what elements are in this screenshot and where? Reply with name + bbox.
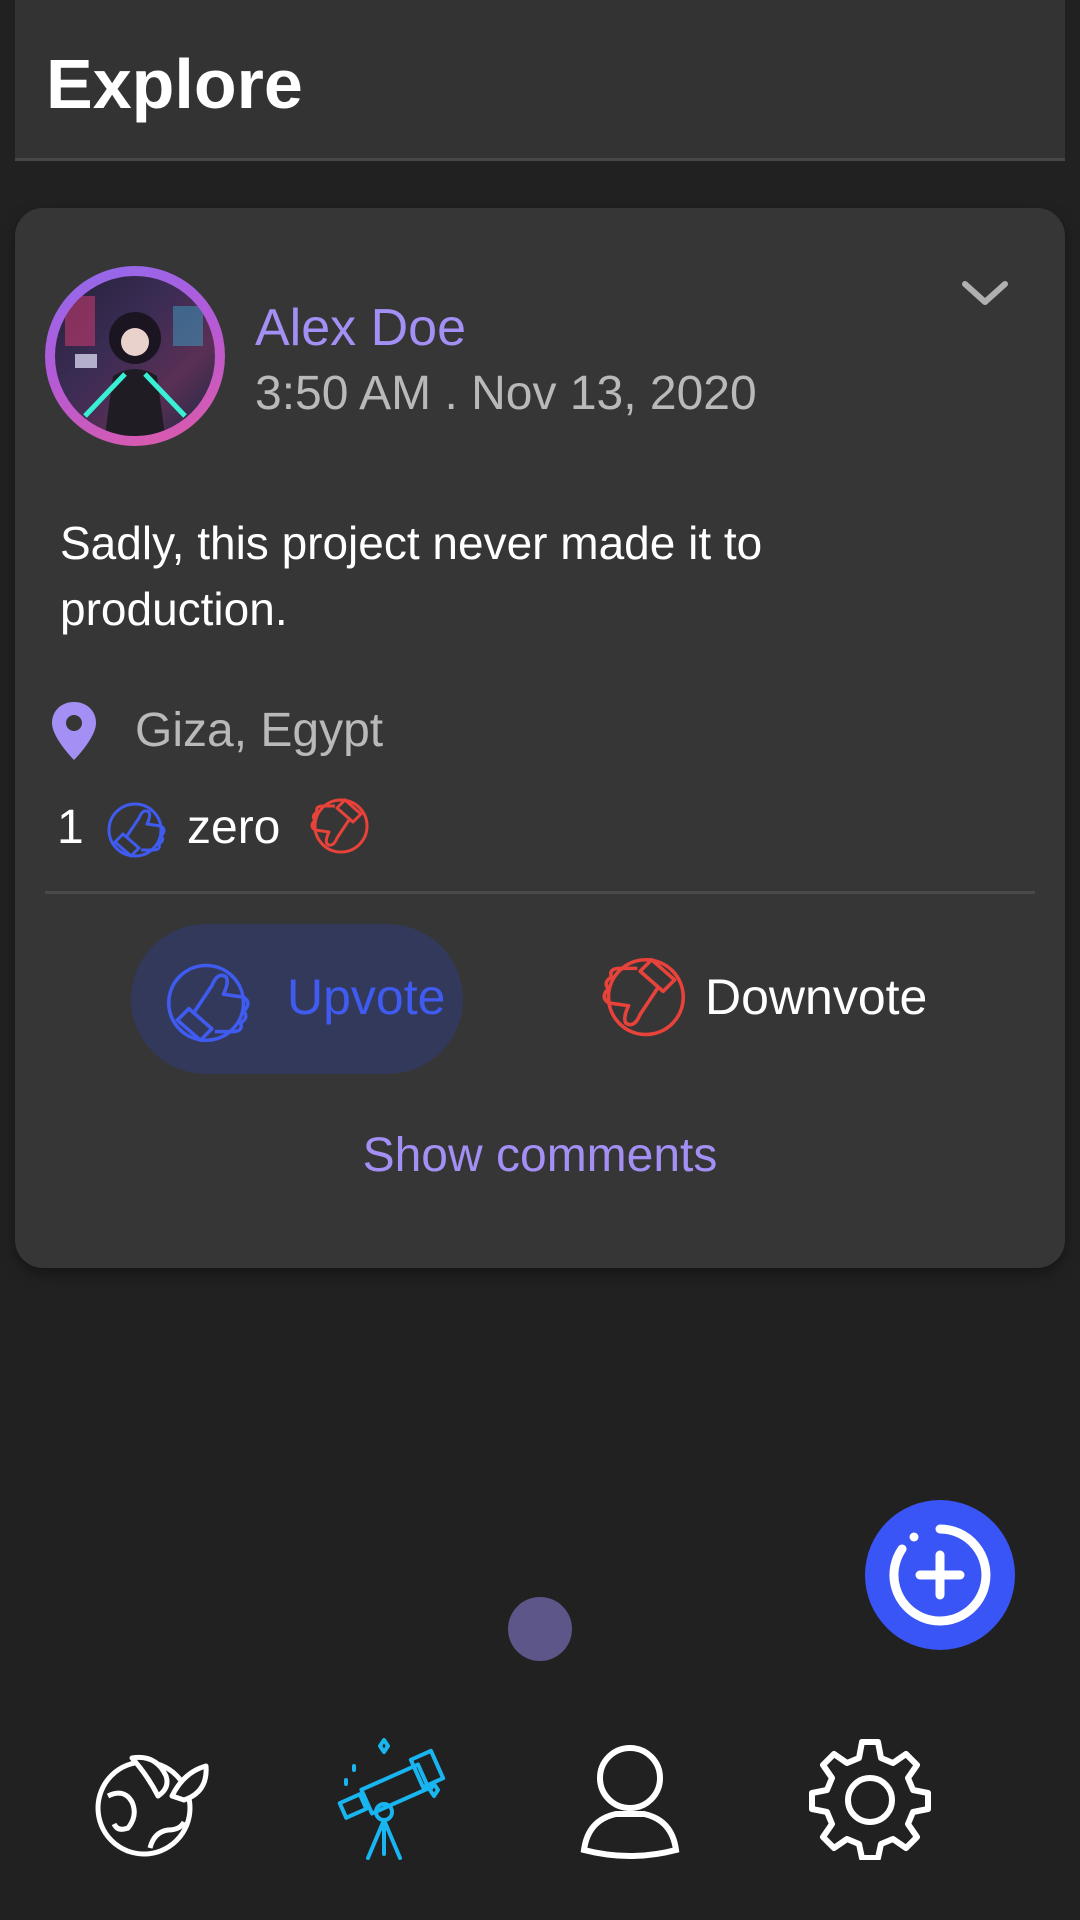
thumbs-up-icon <box>166 963 250 1043</box>
post-text: Sadly, this project never made it to pro… <box>60 517 763 635</box>
map-pin-icon <box>52 702 96 760</box>
post-location: Giza, Egypt <box>135 704 384 757</box>
app-header: Explore <box>15 0 1065 161</box>
downvote-label: Downvote <box>705 969 928 1025</box>
show-comments-link[interactable]: Show comments <box>15 1128 1065 1183</box>
post-timestamp: 3:50 AM . Nov 13, 2020 <box>255 367 757 420</box>
thumbs-up-icon <box>107 802 166 858</box>
avatar[interactable] <box>45 266 225 446</box>
chevron-down-icon[interactable] <box>955 268 1015 318</box>
page-indicator-dot <box>508 1597 572 1661</box>
person-icon[interactable] <box>570 1736 694 1860</box>
add-post-button[interactable] <box>865 1500 1015 1650</box>
upvote-label: Upvote <box>287 969 446 1025</box>
thumbs-down-icon <box>602 957 686 1037</box>
telescope-icon[interactable] <box>328 1736 452 1860</box>
author-name[interactable]: Alex Doe <box>255 298 466 358</box>
thumbs-down-icon <box>310 798 369 854</box>
downvote-button[interactable]: Downvote <box>575 924 955 1074</box>
page-title: Explore <box>46 45 303 123</box>
add-circle-icon <box>889 1524 991 1626</box>
divider <box>45 891 1035 894</box>
gear-icon[interactable] <box>808 1736 932 1860</box>
upvote-button[interactable]: Upvote <box>131 924 463 1074</box>
post-card: Alex Doe 3:50 AM . Nov 13, 2020 Sadly, t… <box>15 208 1065 1268</box>
avatar-image <box>55 276 215 436</box>
globe-leaf-icon[interactable] <box>88 1736 212 1860</box>
upvote-count: 1 <box>57 801 84 854</box>
downvote-count: zero <box>187 801 281 854</box>
